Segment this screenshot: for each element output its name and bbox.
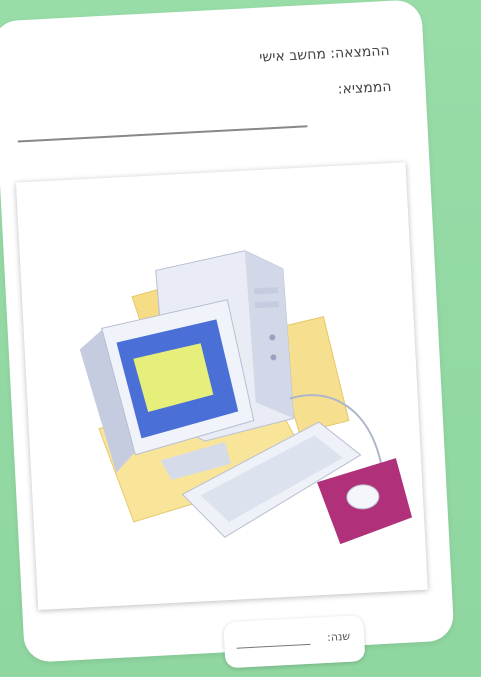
tower-drive xyxy=(253,287,279,295)
invention-card: ההמצאה: מחשב אישי הממציא: שנה: xyxy=(0,0,455,669)
invention-name-text: ההמצאה: מחשב אישי xyxy=(258,42,390,66)
worksheet-scene: ההמצאה: מחשב אישי הממציא: שנה: xyxy=(0,0,481,677)
year-label: שנה: xyxy=(326,629,351,644)
personal-computer-illustration xyxy=(79,250,413,545)
year-answer-line xyxy=(236,643,311,649)
inventor-label: הממציא: xyxy=(337,78,392,98)
year-field: שנה: xyxy=(223,615,366,669)
inventor-answer-line xyxy=(17,125,308,143)
tower-drive xyxy=(254,301,279,309)
computer-picture-frame xyxy=(15,162,428,611)
